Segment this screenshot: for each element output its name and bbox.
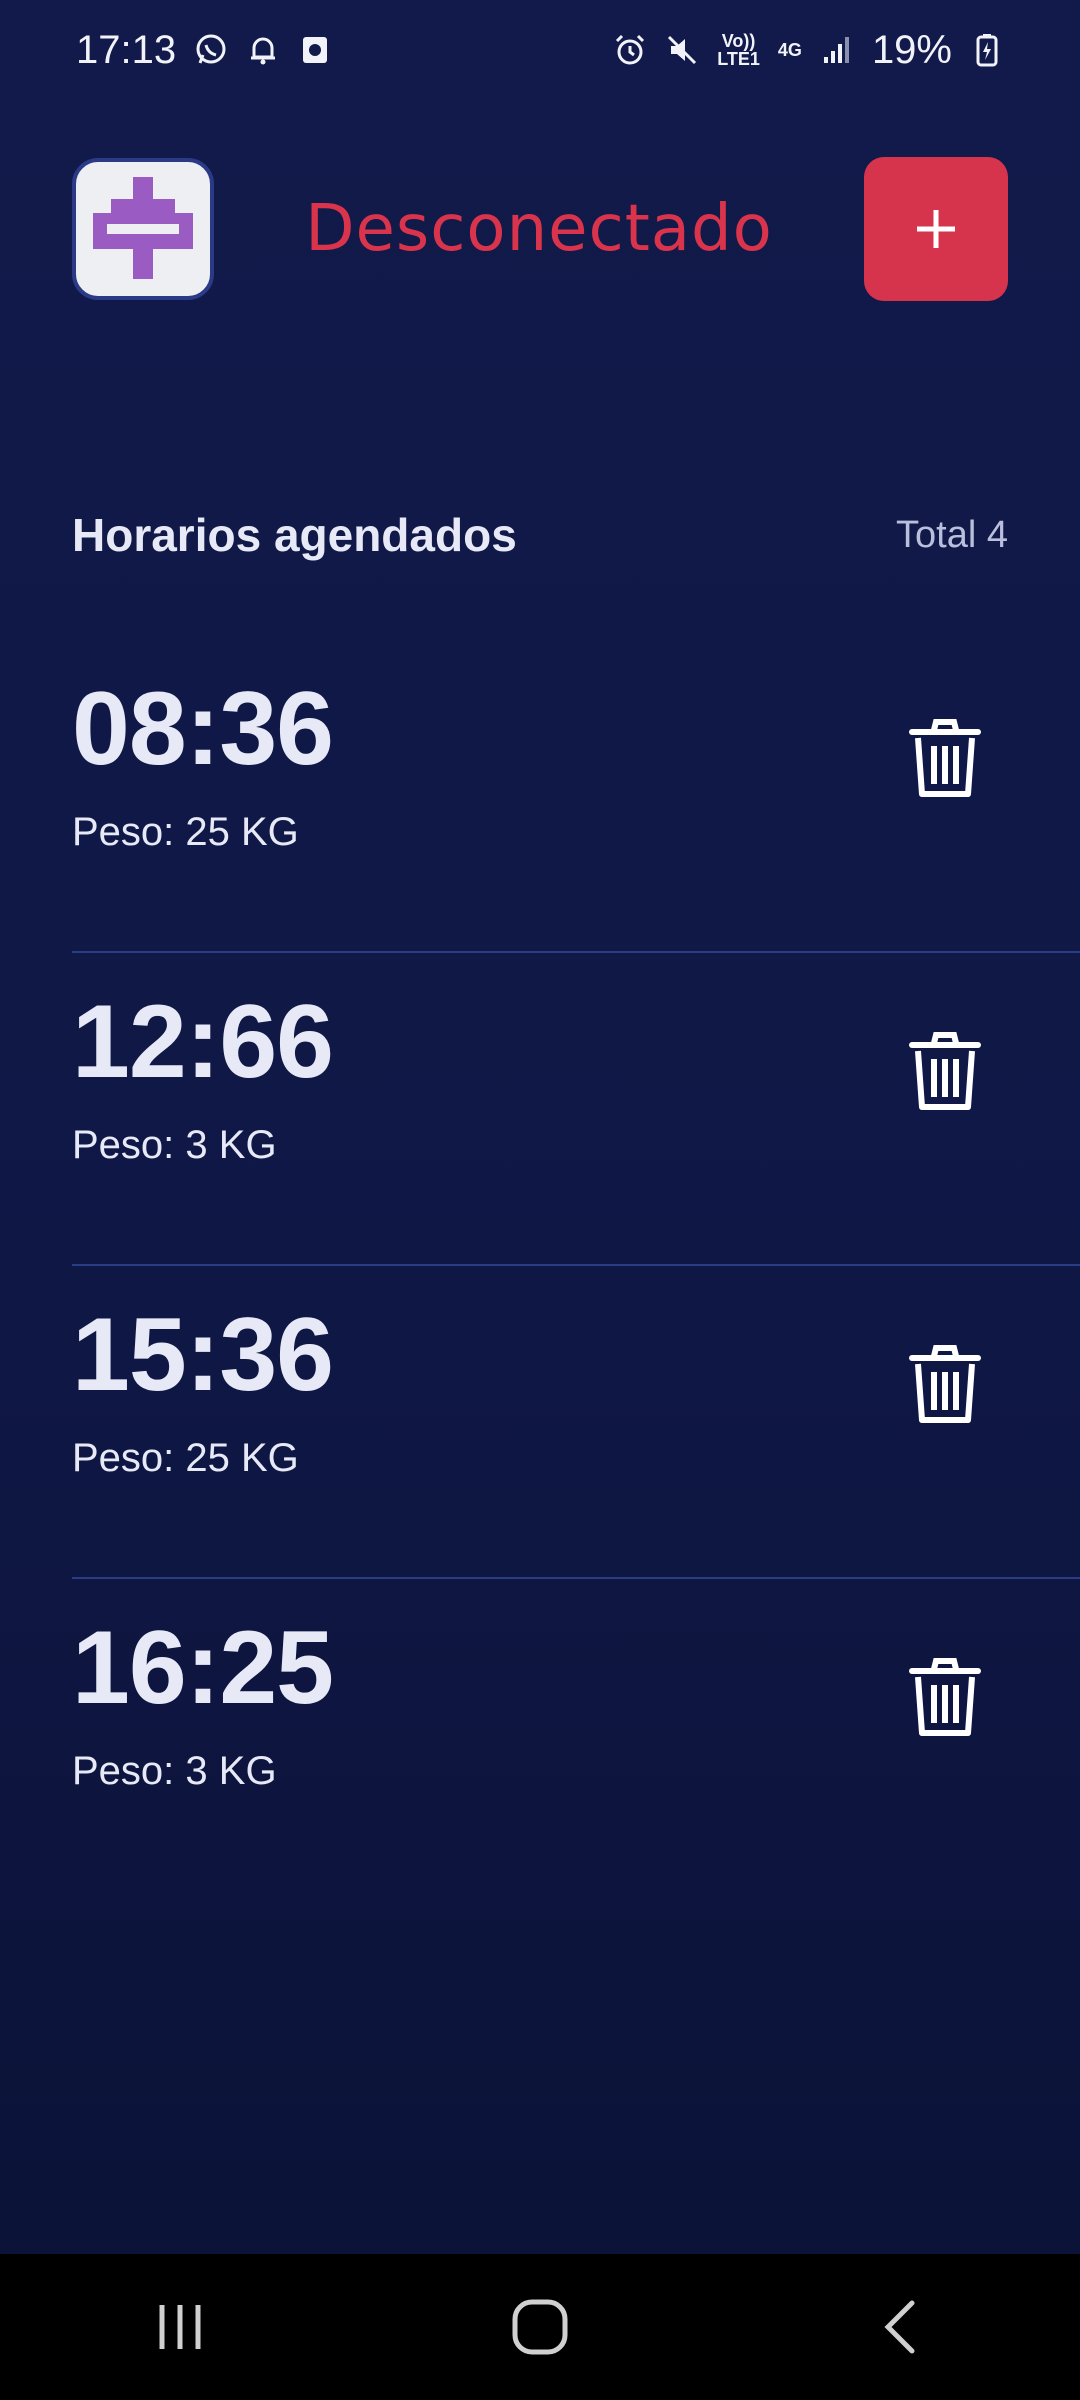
schedule-time: 16:25 xyxy=(72,1610,334,1726)
schedule-total: Total 4 xyxy=(896,513,1008,556)
connection-status: Desconectado xyxy=(305,192,773,266)
trash-icon xyxy=(909,1032,981,1110)
status-bar-right: Vo)) LTE1 4G 19% xyxy=(613,28,1004,73)
schedule-weight: Peso: 25 KG xyxy=(72,810,299,854)
schedule-row[interactable]: 16:25 Peso: 3 KG xyxy=(72,1579,1080,1892)
signal-icon xyxy=(820,33,854,67)
status-bar: 17:13 Vo)) LTE1 4G 19% xyxy=(0,0,1080,100)
schedule-time: 12:66 xyxy=(72,984,334,1100)
delete-button[interactable] xyxy=(900,1027,990,1117)
schedule-weight: Peso: 3 KG xyxy=(72,1123,277,1167)
recent-apps-icon xyxy=(159,2305,201,2349)
schedule-list: 08:36 Peso: 25 KG 12:66 Peso: 3 KG 15:36… xyxy=(72,640,1080,1892)
home-button[interactable] xyxy=(480,2287,600,2367)
delete-button[interactable] xyxy=(900,1340,990,1430)
schedule-time: 15:36 xyxy=(72,1297,334,1413)
bell-icon xyxy=(246,33,280,67)
mute-icon xyxy=(665,33,699,67)
whatsapp-icon xyxy=(194,33,228,67)
delete-button[interactable] xyxy=(900,1653,990,1743)
network-type: Vo)) LTE1 xyxy=(717,31,760,69)
scale-logo-icon xyxy=(93,177,193,279)
battery-icon xyxy=(970,33,1004,67)
recent-apps-button[interactable] xyxy=(120,2287,240,2367)
schedule-time: 08:36 xyxy=(72,671,334,787)
app-logo xyxy=(72,158,214,300)
schedule-list-header: Horarios agendados Total 4 xyxy=(72,508,1008,562)
schedule-weight: Peso: 25 KG xyxy=(72,1436,299,1480)
back-icon xyxy=(884,2300,915,2354)
data-type: 4G xyxy=(777,40,802,60)
back-button[interactable] xyxy=(840,2287,960,2367)
trash-icon xyxy=(909,1658,981,1736)
status-bar-left: 17:13 xyxy=(76,28,332,73)
add-schedule-button[interactable] xyxy=(864,157,1008,301)
plus-icon xyxy=(917,210,955,248)
delete-button[interactable] xyxy=(900,714,990,804)
battery-level: 19% xyxy=(871,27,952,72)
schedule-row[interactable]: 15:36 Peso: 25 KG xyxy=(72,1266,1080,1579)
home-icon xyxy=(512,2299,568,2355)
app-header: Desconectado xyxy=(72,156,1008,302)
trash-icon xyxy=(909,1345,981,1423)
trash-icon xyxy=(909,719,981,797)
alarm-icon xyxy=(613,33,647,67)
schedule-row[interactable]: 08:36 Peso: 25 KG xyxy=(72,640,1080,953)
schedule-row[interactable]: 12:66 Peso: 3 KG xyxy=(72,953,1080,1266)
schedule-list-title: Horarios agendados xyxy=(72,509,517,561)
system-nav-bar xyxy=(0,2254,1080,2400)
schedule-weight: Peso: 3 KG xyxy=(72,1749,277,1793)
camera-icon xyxy=(298,33,332,67)
status-time: 17:13 xyxy=(76,27,177,72)
